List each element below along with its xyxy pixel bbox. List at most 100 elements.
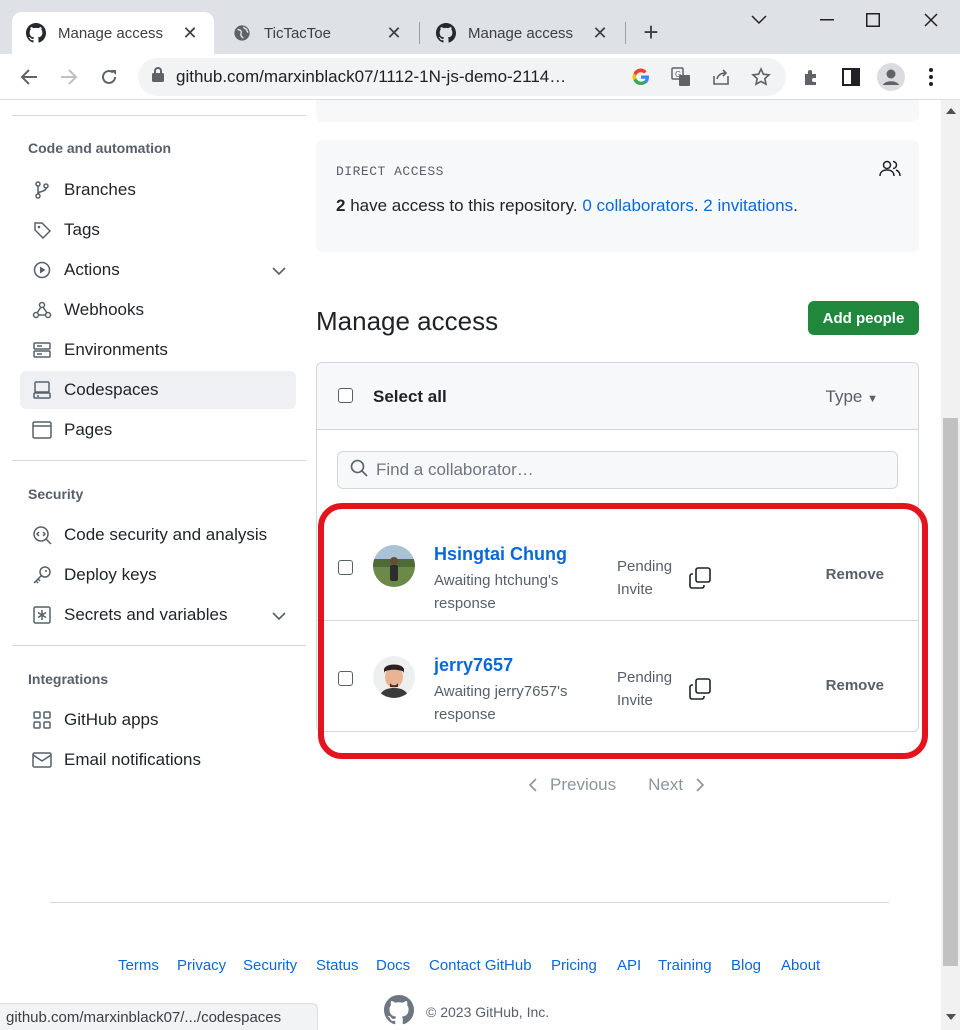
profile-avatar-icon[interactable] bbox=[876, 62, 906, 92]
remove-button[interactable]: Remove bbox=[826, 566, 884, 583]
sidebar-heading: Code and automation bbox=[28, 140, 172, 156]
select-all-label[interactable]: Select all bbox=[373, 387, 447, 407]
github-icon bbox=[436, 23, 456, 43]
state-line-2: Invite bbox=[617, 692, 653, 709]
close-icon[interactable]: ✕ bbox=[590, 23, 610, 43]
footer-link-status[interactable]: Status bbox=[316, 957, 359, 974]
divider bbox=[12, 645, 306, 646]
tab-title: Manage access bbox=[468, 24, 574, 42]
sidebar-item-deploy-keys[interactable]: Deploy keys bbox=[20, 556, 296, 594]
avatar[interactable] bbox=[373, 656, 415, 698]
minimize-icon[interactable] bbox=[804, 6, 850, 34]
share-icon[interactable] bbox=[710, 66, 732, 88]
webhook-icon bbox=[32, 300, 52, 320]
sidebar-item-email-notifications[interactable]: Email notifications bbox=[20, 741, 296, 779]
footer-link-api[interactable]: API bbox=[617, 957, 641, 974]
copy-icon[interactable] bbox=[689, 678, 711, 700]
search-field[interactable] bbox=[376, 460, 876, 480]
bookmark-star-icon[interactable] bbox=[750, 66, 772, 88]
close-window-icon[interactable] bbox=[908, 6, 954, 34]
footer-link-training[interactable]: Training bbox=[658, 957, 712, 974]
avatar[interactable] bbox=[373, 545, 415, 587]
collaborators-link[interactable]: 0 collaborators bbox=[582, 196, 694, 215]
key-icon bbox=[32, 565, 52, 585]
sidebar-item-tags[interactable]: Tags bbox=[20, 211, 296, 249]
lock-icon[interactable] bbox=[152, 67, 164, 87]
scroll-up-icon[interactable] bbox=[946, 108, 956, 114]
select-all-checkbox[interactable] bbox=[338, 388, 353, 403]
remove-button[interactable]: Remove bbox=[826, 677, 884, 694]
page-scrollbar[interactable] bbox=[941, 100, 960, 1030]
type-filter-dropdown[interactable]: Type ▼ bbox=[826, 387, 878, 407]
type-filter-label: Type bbox=[825, 387, 863, 406]
find-collaborator-input[interactable] bbox=[337, 451, 898, 489]
mail-icon bbox=[32, 750, 52, 770]
browser-toolbar: github.com/marxinblack07/1112-1N-js-demo… bbox=[0, 54, 960, 100]
add-people-button[interactable]: Add people bbox=[808, 301, 919, 335]
github-logo-icon[interactable] bbox=[384, 995, 414, 1030]
codescan-icon bbox=[32, 525, 52, 545]
sidebar-item-actions[interactable]: Actions bbox=[20, 251, 296, 289]
browser-tab-2[interactable]: TicTacToe ✕ bbox=[218, 12, 418, 54]
sidebar-item-environments[interactable]: Environments bbox=[20, 331, 296, 369]
scroll-down-icon[interactable] bbox=[946, 1014, 956, 1020]
asterisk-icon bbox=[32, 605, 52, 625]
sidebar-item-label: Deploy keys bbox=[64, 565, 157, 584]
next-page-button[interactable]: Next bbox=[648, 775, 705, 795]
footer-link-pricing[interactable]: Pricing bbox=[551, 957, 597, 974]
server-icon bbox=[32, 340, 52, 360]
side-panel-icon[interactable] bbox=[836, 62, 866, 92]
row-checkbox[interactable] bbox=[338, 671, 353, 686]
browser-tab-1[interactable]: Manage access ✕ bbox=[12, 12, 214, 54]
footer-link-about[interactable]: About bbox=[781, 957, 820, 974]
sidebar-item-webhooks[interactable]: Webhooks bbox=[20, 291, 296, 329]
google-icon[interactable] bbox=[630, 66, 652, 88]
scroll-thumb[interactable] bbox=[943, 418, 958, 966]
tab-search-icon[interactable] bbox=[736, 6, 782, 34]
next-label: Next bbox=[648, 775, 684, 794]
sidebar-heading: Security bbox=[28, 486, 84, 502]
sidebar-item-label: Branches bbox=[64, 180, 136, 199]
reload-icon[interactable] bbox=[94, 62, 124, 92]
chevron-down-icon[interactable] bbox=[272, 261, 286, 281]
footer-link-blog[interactable]: Blog bbox=[731, 957, 761, 974]
footer-link-docs[interactable]: Docs bbox=[376, 957, 410, 974]
back-icon[interactable] bbox=[14, 62, 44, 92]
extensions-icon[interactable] bbox=[796, 62, 826, 92]
row-checkbox[interactable] bbox=[338, 560, 353, 575]
sidebar-item-label: Webhooks bbox=[64, 300, 145, 319]
menu-kebab-icon[interactable] bbox=[916, 62, 946, 92]
sidebar-item-code-security[interactable]: Code security and analysis bbox=[20, 516, 296, 554]
footer-link-terms[interactable]: Terms bbox=[118, 957, 159, 974]
codespaces-icon bbox=[32, 380, 52, 400]
state-line-1: Pending bbox=[617, 669, 673, 686]
maximize-icon[interactable] bbox=[850, 6, 896, 34]
collaborator-name[interactable]: Hsingtai Chung bbox=[434, 544, 567, 565]
state-line-1: Pending bbox=[617, 558, 673, 575]
previous-page-button[interactable]: Previous bbox=[528, 775, 616, 795]
sidebar-item-label: Environments bbox=[64, 340, 168, 359]
sidebar-item-codespaces[interactable]: Codespaces bbox=[20, 371, 296, 409]
address-bar[interactable]: github.com/marxinblack07/1112-1N-js-demo… bbox=[138, 58, 786, 96]
footer-link-contact[interactable]: Contact GitHub bbox=[429, 957, 532, 974]
page-content: Code and automation Branches Tags Action… bbox=[0, 100, 941, 1030]
footer-link-privacy[interactable]: Privacy bbox=[177, 957, 226, 974]
footer-link-security[interactable]: Security bbox=[243, 957, 297, 974]
sidebar-item-secrets[interactable]: Secrets and variables bbox=[20, 596, 296, 634]
collaborator-name[interactable]: jerry7657 bbox=[434, 655, 513, 676]
chevron-down-icon[interactable] bbox=[272, 606, 286, 626]
browser-tab-3[interactable]: Manage access ✕ bbox=[422, 12, 624, 54]
close-icon[interactable]: ✕ bbox=[180, 23, 200, 43]
sidebar-item-label: GitHub apps bbox=[64, 710, 159, 729]
sidebar-item-github-apps[interactable]: GitHub apps bbox=[20, 701, 296, 739]
invitations-link[interactable]: 2 invitations bbox=[703, 196, 793, 215]
sidebar-item-branches[interactable]: Branches bbox=[20, 171, 296, 209]
close-icon[interactable]: ✕ bbox=[384, 23, 404, 43]
new-tab-button[interactable]: + bbox=[636, 18, 666, 48]
sidebar-item-pages[interactable]: Pages bbox=[20, 411, 296, 449]
forward-icon[interactable] bbox=[54, 62, 84, 92]
copy-icon[interactable] bbox=[689, 567, 711, 589]
page-title: Manage access bbox=[316, 306, 499, 336]
play-icon bbox=[32, 260, 52, 280]
translate-icon[interactable]: G bbox=[670, 66, 692, 88]
